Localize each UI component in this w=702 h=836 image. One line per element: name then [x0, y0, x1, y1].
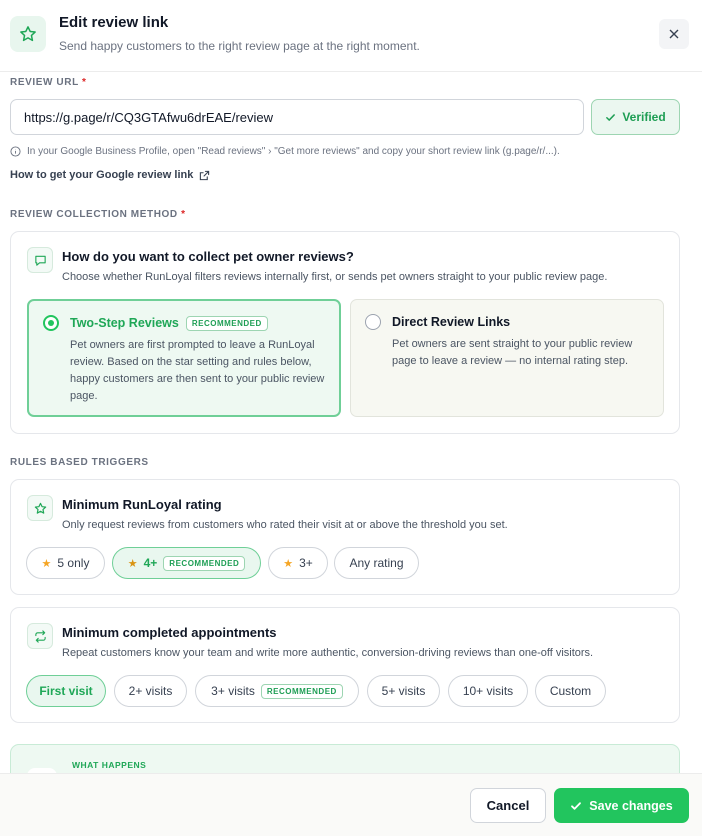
verified-badge: Verified: [591, 99, 680, 135]
star-icon: ★: [41, 557, 52, 570]
review-url-hint: In your Google Business Profile, open "R…: [10, 146, 560, 157]
repeat-icon: [27, 623, 53, 649]
close-icon: [669, 29, 679, 39]
visits-chip-5-plus[interactable]: 5+ visits: [367, 675, 440, 707]
star-icon: [10, 16, 46, 52]
check-icon: [606, 113, 616, 121]
rating-rule-card: Minimum RunLoyal rating Only request rev…: [10, 479, 680, 595]
recommended-badge: RECOMMENDED: [163, 555, 246, 571]
rating-chip-any[interactable]: Any rating: [334, 547, 419, 579]
collection-method-card: How do you want to collect pet owner rev…: [10, 231, 680, 434]
external-link-icon: [200, 170, 210, 180]
visits-chip-3-plus[interactable]: 3+ visits RECOMMENDED: [195, 675, 359, 707]
option-title: Two-Step Reviews RECOMMENDED: [70, 316, 268, 332]
required-mark: *: [181, 209, 186, 220]
dialog-header: Edit review link Send happy customers to…: [0, 0, 702, 72]
dialog-subtitle: Send happy customers to the right review…: [59, 39, 420, 53]
radio-direct[interactable]: [365, 314, 381, 330]
rating-rule-title: Minimum RunLoyal rating: [62, 497, 222, 512]
option-description: Pet owners are first prompted to leave a…: [70, 339, 325, 402]
what-happens-label: WHAT HAPPENS: [72, 760, 147, 770]
save-changes-button[interactable]: Save changes: [554, 788, 689, 823]
collection-method-title: How do you want to collect pet owner rev…: [62, 249, 354, 264]
review-link-help-link[interactable]: How to get your Google review link: [10, 169, 210, 181]
cancel-button[interactable]: Cancel: [470, 788, 546, 823]
review-url-label: REVIEW URL *: [10, 77, 87, 88]
appointments-rule-card: Minimum completed appointments Repeat cu…: [10, 607, 680, 723]
dialog-footer: Cancel Save changes: [0, 773, 702, 836]
star-icon: [27, 495, 53, 521]
rules-label: RULES BASED TRIGGERS: [10, 457, 149, 468]
close-button[interactable]: [659, 19, 689, 49]
star-icon: ★: [127, 557, 138, 570]
recommended-badge: RECOMMENDED: [185, 316, 268, 332]
collection-method-description: Choose whether RunLoyal filters reviews …: [62, 271, 608, 283]
chat-icon: [27, 247, 53, 273]
check-icon: [571, 801, 582, 810]
rating-chip-5-only[interactable]: ★ 5 only: [26, 547, 105, 579]
info-icon: [10, 146, 21, 157]
review-url-input[interactable]: [10, 99, 584, 135]
recommended-badge: RECOMMENDED: [260, 683, 343, 699]
rating-chip-4-plus[interactable]: ★ 4+ RECOMMENDED: [112, 547, 261, 579]
option-direct-review-links[interactable]: Direct Review Links Pet owners are sent …: [350, 299, 664, 417]
visits-chip-2-plus[interactable]: 2+ visits: [114, 675, 187, 707]
option-description: Pet owners are sent straight to your pub…: [392, 338, 633, 367]
option-title: Direct Review Links: [392, 315, 511, 329]
required-mark: *: [82, 77, 87, 88]
rating-rule-description: Only request reviews from customers who …: [62, 519, 508, 531]
visits-chip-first[interactable]: First visit: [26, 675, 106, 707]
collection-method-label: REVIEW COLLECTION METHOD *: [10, 209, 186, 220]
visits-chip-custom[interactable]: Custom: [535, 675, 606, 707]
star-icon: ★: [283, 557, 294, 570]
visits-chip-10-plus[interactable]: 10+ visits: [448, 675, 528, 707]
option-two-step-reviews[interactable]: Two-Step Reviews RECOMMENDED Pet owners a…: [27, 299, 341, 417]
appointments-rule-title: Minimum completed appointments: [62, 625, 277, 640]
appointments-rule-description: Repeat customers know your team and writ…: [62, 647, 594, 659]
rating-chip-3-plus[interactable]: ★ 3+: [268, 547, 328, 579]
dialog-title: Edit review link: [59, 14, 169, 31]
radio-two-step[interactable]: [43, 315, 59, 331]
